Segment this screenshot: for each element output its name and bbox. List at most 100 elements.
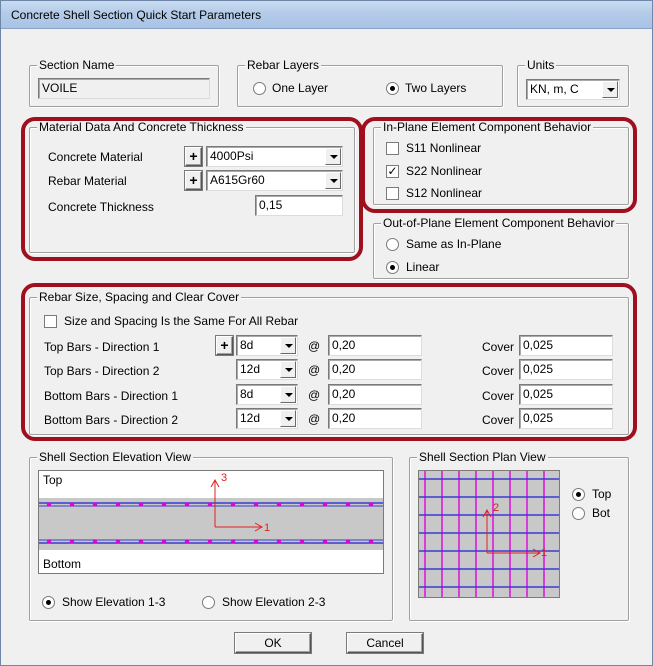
section-name-field[interactable]: VOILE (38, 78, 210, 99)
ok-button[interactable]: OK (235, 633, 311, 653)
dialog-window: Concrete Shell Section Quick Start Param… (0, 0, 653, 666)
plan-axis-2-label: 2 (493, 502, 500, 514)
rebar-row-label: Top Bars - Direction 2 (44, 364, 160, 378)
rebar-cover-input[interactable]: 0,025 (519, 359, 613, 380)
plan-top-radio[interactable] (572, 488, 585, 501)
at-symbol: @ (308, 412, 321, 426)
rebar-size-dropdown[interactable]: 12d (236, 408, 298, 429)
rebar-spacing-input[interactable]: 0,20 (328, 384, 422, 405)
plan-axis-1-label: 1 (541, 547, 548, 559)
rebar-cover-input[interactable]: 0,025 (519, 384, 613, 405)
concrete-thickness-input[interactable]: 0,15 (255, 195, 343, 216)
in-plane-group: In-Plane Element Component Behavior S11 … (373, 120, 629, 205)
rebar-dot (115, 502, 121, 507)
axis-1-label: 1 (264, 522, 271, 534)
rebar-cover-input[interactable]: 0,025 (519, 408, 613, 429)
chevron-down-icon[interactable] (280, 386, 296, 403)
material-group: Material Data And Concrete Thickness Con… (29, 120, 355, 253)
chevron-down-icon[interactable] (325, 148, 341, 165)
show-elevation-23-label: Show Elevation 2-3 (222, 595, 326, 609)
rebar-material-dropdown[interactable]: A615Gr60 (206, 170, 343, 191)
rebar-cover-input[interactable]: 0,025 (519, 335, 613, 356)
chevron-down-icon[interactable] (602, 81, 618, 98)
plan-view-group: Shell Section Plan View 2 1 Top Bot (409, 450, 629, 621)
rebar-dot (207, 539, 213, 544)
axis-3-label: 3 (221, 472, 228, 484)
cover-label: Cover (482, 389, 515, 403)
rebar-layers-legend: Rebar Layers (245, 58, 322, 72)
concrete-material-label: Concrete Material (48, 150, 143, 164)
section-name-group: Section Name VOILE (29, 58, 219, 107)
chevron-down-icon[interactable] (280, 337, 296, 354)
add-rebar-size-button[interactable]: + (216, 336, 233, 355)
in-plane-legend: In-Plane Element Component Behavior (381, 120, 594, 134)
add-rebar-material-button[interactable]: + (185, 171, 202, 190)
s22-checkbox[interactable]: ✓ (386, 165, 399, 178)
rebar-dot (46, 539, 52, 544)
rebar-size-value: 12d (240, 362, 261, 376)
rebar-spacing-input[interactable]: 0,20 (328, 359, 422, 380)
concrete-material-dropdown[interactable]: 4000Psi (206, 146, 343, 167)
units-legend: Units (525, 58, 557, 72)
rebar-row-label: Top Bars - Direction 1 (44, 340, 160, 354)
chevron-down-icon[interactable] (325, 172, 341, 189)
plan-bot-radio[interactable] (572, 507, 585, 520)
rebar-dot (46, 502, 52, 507)
rebar-size-dropdown[interactable]: 12d (236, 359, 298, 380)
rebar-dot (299, 502, 305, 507)
title-bar: Concrete Shell Section Quick Start Param… (1, 1, 652, 29)
chevron-down-icon[interactable] (280, 410, 296, 427)
rebar-dot (230, 502, 236, 507)
rebar-dot (92, 539, 98, 544)
material-legend: Material Data And Concrete Thickness (37, 120, 246, 134)
section-name-legend: Section Name (37, 58, 117, 72)
rebar-dot (345, 502, 351, 507)
plan-top-label: Top (592, 487, 612, 501)
rebar-grid (419, 471, 559, 597)
same-as-in-plane-radio[interactable] (386, 238, 399, 251)
rebar-spacing-input[interactable]: 0,20 (328, 335, 422, 356)
s11-label: S11 Nonlinear (406, 141, 482, 155)
cover-label: Cover (482, 413, 515, 427)
rebar-dot (161, 502, 167, 507)
one-layer-radio[interactable] (253, 82, 266, 95)
units-dropdown[interactable]: KN, m, C (526, 79, 620, 100)
rebar-spacing-input[interactable]: 0,20 (328, 408, 422, 429)
rebar-row-label: Bottom Bars - Direction 1 (44, 389, 179, 403)
show-elevation-13-radio[interactable] (42, 596, 55, 609)
s12-label: S12 Nonlinear (406, 186, 483, 200)
window-title: Concrete Shell Section Quick Start Param… (11, 8, 262, 22)
rebar-row-label: Bottom Bars - Direction 2 (44, 413, 179, 427)
rebar-dot (69, 539, 75, 544)
rebar-dot (138, 502, 144, 507)
two-layers-label: Two Layers (405, 81, 467, 95)
linear-label: Linear (406, 260, 440, 274)
plan-drawing (419, 471, 559, 597)
units-group: Units KN, m, C (517, 58, 629, 107)
linear-radio[interactable] (386, 261, 399, 274)
rebar-size-group: Rebar Size, Spacing and Clear Cover Size… (29, 290, 629, 435)
s12-checkbox[interactable] (386, 187, 399, 200)
rebar-dot (138, 539, 144, 544)
same-for-all-rebar-checkbox[interactable] (44, 315, 57, 328)
show-elevation-23-radio[interactable] (202, 596, 215, 609)
chevron-down-icon[interactable] (280, 361, 296, 378)
rebar-size-dropdown[interactable]: 8d (236, 384, 298, 405)
out-of-plane-legend: Out-of-Plane Element Component Behavior (381, 216, 617, 230)
rebar-dot (253, 502, 259, 507)
s11-checkbox[interactable] (386, 142, 399, 155)
plan-view-legend: Shell Section Plan View (417, 450, 548, 464)
cancel-button[interactable]: Cancel (347, 633, 423, 653)
dialog-client: Section Name VOILE Rebar Layers One Laye… (9, 37, 645, 659)
add-concrete-button[interactable]: + (185, 147, 202, 166)
elevation-drawing (39, 478, 383, 550)
rebar-size-value: 8d (240, 387, 254, 401)
rebar-dot (345, 539, 351, 544)
elevation-view-group: Shell Section Elevation View Top Bottom … (29, 450, 393, 621)
rebar-layers-group: Rebar Layers One Layer Two Layers (237, 58, 503, 107)
rebar-dot (184, 539, 190, 544)
two-layers-radio[interactable] (386, 82, 399, 95)
elevation-view-legend: Shell Section Elevation View (37, 450, 193, 464)
rebar-dot (230, 539, 236, 544)
rebar-size-dropdown[interactable]: 8d (236, 335, 298, 356)
